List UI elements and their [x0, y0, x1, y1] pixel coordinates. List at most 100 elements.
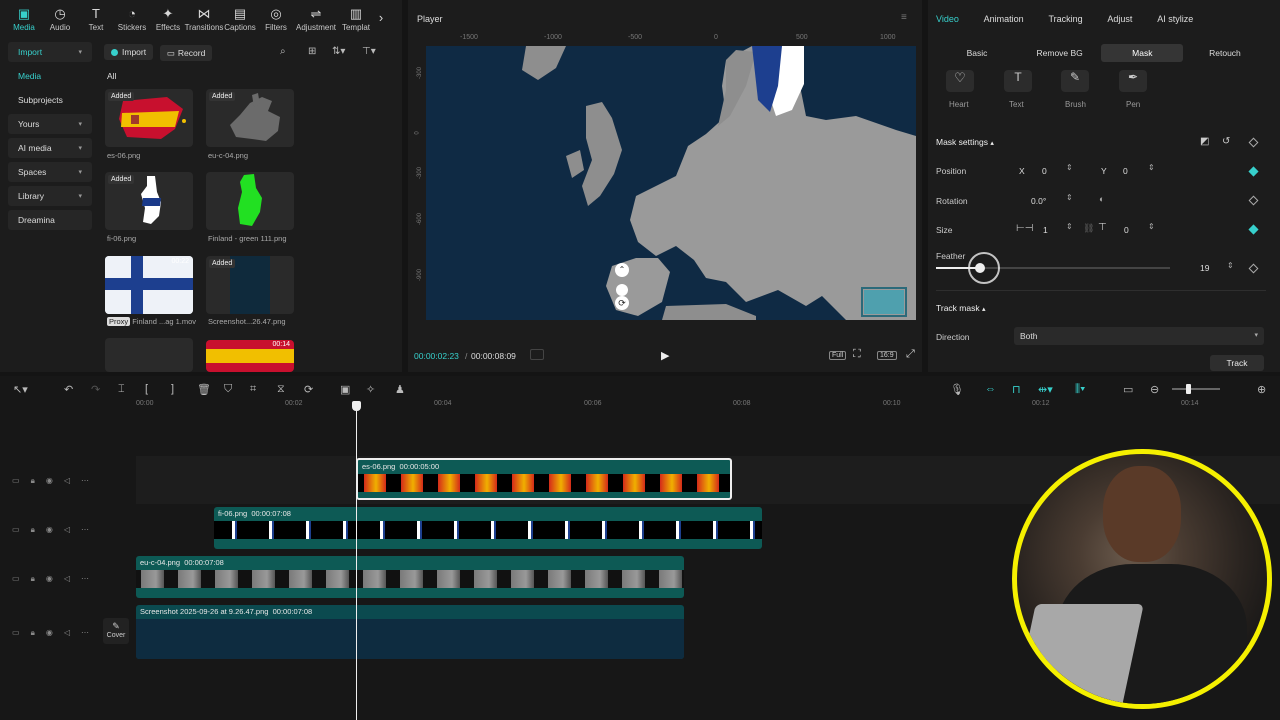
tool-captions[interactable]: ▤ Captions	[222, 2, 258, 36]
more-icon[interactable]: ⋯	[81, 525, 89, 535]
lock-icon[interactable]: 🔒︎	[31, 476, 35, 486]
link-icon[interactable]: ⛓	[1083, 223, 1094, 234]
rotation-dial-icon[interactable]: ◐	[1099, 194, 1104, 204]
cover-button[interactable]: ✎ Cover	[103, 618, 129, 644]
tab-ai-stylize[interactable]: AI stylize	[1157, 14, 1193, 24]
track-button[interactable]: Track	[1210, 355, 1264, 371]
eye-icon[interactable]: ◉	[46, 574, 53, 584]
direction-select[interactable]: Both ▾	[1014, 327, 1264, 345]
lock-icon[interactable]: 🔒︎	[31, 525, 35, 535]
undo-icon[interactable]: ↶	[64, 383, 73, 396]
hd-icon[interactable]: ▣	[340, 383, 350, 396]
size-height-input[interactable]: 0	[1124, 225, 1129, 235]
clip-es-06[interactable]: es-06.png 00:00:05:00	[356, 458, 732, 500]
tab-tracking[interactable]: Tracking	[1048, 14, 1082, 24]
tool-effects[interactable]: ✦ Effects	[150, 2, 186, 36]
stepper-icon[interactable]: ⇕	[1148, 163, 1155, 172]
track-mask-header[interactable]: Track mask ▴	[936, 303, 986, 313]
menu-icon[interactable]: ≡	[901, 12, 907, 23]
mask-shape-pen[interactable]: ✒	[1119, 70, 1147, 92]
media-item-es-06[interactable]: Added	[105, 89, 193, 147]
crop-icon[interactable]: ⌗	[250, 383, 256, 396]
fit-screen-icon[interactable]: ⛶	[853, 348, 861, 361]
more-icon[interactable]: ⋯	[81, 628, 89, 638]
mask-shape-heart[interactable]: ♡	[946, 70, 974, 92]
mask-shape-text[interactable]: T	[1004, 70, 1032, 92]
tool-transitions[interactable]: ⋈ Transitions	[185, 2, 224, 36]
timeline-mini-icon[interactable]	[530, 349, 544, 360]
lock-icon[interactable]: 🔒︎	[31, 574, 35, 584]
align-icon[interactable]: ⫼▾	[1075, 383, 1085, 396]
volume-icon[interactable]: ◁	[64, 476, 70, 486]
more-icon[interactable]: ⋯	[81, 574, 89, 584]
playhead-handle[interactable]	[352, 401, 361, 411]
subtab-remove-bg[interactable]: Remove BG	[1019, 48, 1101, 58]
volume-icon[interactable]: ◁	[64, 525, 70, 535]
magic-icon[interactable]: ✧	[366, 383, 375, 396]
mask-rotate-handle[interactable]: ⌃	[615, 263, 629, 277]
mask-shape-brush[interactable]: ✎	[1061, 70, 1089, 92]
tab-animation[interactable]: Animation	[984, 14, 1024, 24]
stepper-icon[interactable]: ⇕	[1066, 222, 1073, 231]
mirror-icon[interactable]: ⧖	[277, 383, 285, 396]
sidebar-item-import[interactable]: Import ▾	[8, 42, 92, 62]
size-width-input[interactable]: 1	[1043, 225, 1048, 235]
search-icon[interactable]: ⌕	[280, 46, 286, 57]
tool-adjustment[interactable]: ⇌ Adjustment	[294, 2, 338, 36]
volume-icon[interactable]: ◁	[64, 628, 70, 638]
import-button[interactable]: Import	[104, 44, 154, 60]
toolbar-more-button[interactable]: ›	[374, 2, 388, 36]
zoom-slider-knob[interactable]	[1186, 384, 1191, 394]
tab-adjust[interactable]: Adjust	[1107, 14, 1132, 24]
mask-settings-header[interactable]: Mask settings ▴	[936, 137, 994, 147]
clip-eu-c-04[interactable]: eu-c-04.png 00:00:07:08	[136, 556, 684, 598]
media-item-blank[interactable]	[105, 338, 193, 372]
volume-icon[interactable]: ◁	[64, 574, 70, 584]
full-quality-button[interactable]: Full	[829, 351, 847, 360]
split-left-icon[interactable]: [	[145, 383, 148, 395]
media-item-finland-green[interactable]	[206, 172, 294, 230]
filter-icon[interactable]: ⊤▾	[362, 46, 376, 57]
eye-icon[interactable]: ◉	[46, 628, 53, 638]
media-item-finland-flag-mov[interactable]: 00:22	[105, 256, 193, 314]
feather-input[interactable]: 19	[1200, 263, 1209, 273]
shield-icon[interactable]: ⛉	[224, 383, 232, 396]
zoom-in-icon[interactable]: ⊕	[1257, 383, 1266, 396]
sidebar-item-subprojects[interactable]: Subprojects	[8, 90, 92, 110]
select-tool-icon[interactable]: ↖▾	[13, 383, 28, 396]
sidebar-item-dreamina[interactable]: Dreamina	[8, 210, 92, 230]
sidebar-item-media[interactable]: Media	[8, 66, 92, 86]
link-clips-icon[interactable]: ⇔	[985, 383, 996, 395]
redo-icon[interactable]: ↷	[91, 383, 100, 396]
position-y-input[interactable]: 0	[1123, 166, 1128, 176]
lock-icon[interactable]: 🔒︎	[31, 628, 35, 638]
tool-filters[interactable]: ◎ Filters	[258, 2, 294, 36]
filter-all-label[interactable]: All	[107, 71, 116, 81]
stepper-icon[interactable]: ⇕	[1066, 163, 1073, 172]
rotation-input[interactable]: 0.0°	[1031, 196, 1046, 206]
split-right-icon[interactable]: ]	[171, 383, 174, 395]
subtab-retouch[interactable]: Retouch	[1184, 48, 1266, 58]
zoom-out-icon[interactable]: ⊖	[1150, 383, 1159, 396]
stepper-icon[interactable]: ⇕	[1066, 193, 1073, 202]
magnet-icon[interactable]: ⊓	[1012, 383, 1021, 396]
ratio-button[interactable]: 16:9	[877, 351, 897, 360]
sidebar-item-ai-media[interactable]: AI media ▾	[8, 138, 92, 158]
snap-icon[interactable]: ⇹▾	[1038, 383, 1053, 396]
delete-icon[interactable]: 🗑	[197, 383, 211, 396]
clip-fi-06[interactable]: fi-06.png 00:00:07:08	[214, 507, 762, 549]
more-icon[interactable]: ⋯	[81, 476, 89, 486]
split-icon[interactable]: ⌶	[118, 383, 125, 396]
rotate-icon[interactable]: ⟳	[304, 383, 313, 396]
sidebar-item-library[interactable]: Library ▾	[8, 186, 92, 206]
media-item-screenshot[interactable]: Added	[206, 256, 294, 314]
position-x-input[interactable]: 0	[1042, 166, 1047, 176]
stepper-icon[interactable]: ⇕	[1227, 261, 1234, 270]
microphone-icon[interactable]: 🎙	[950, 383, 964, 396]
tool-stickers[interactable]: ◔ Stickers	[114, 2, 150, 36]
mask-center-handle[interactable]: ⟳	[615, 296, 629, 310]
play-button[interactable]: ▶	[661, 349, 669, 362]
subtab-mask[interactable]: Mask	[1101, 43, 1184, 62]
grid-view-icon[interactable]: ⊞	[308, 46, 316, 57]
tool-media[interactable]: ▣ Media	[6, 2, 42, 36]
